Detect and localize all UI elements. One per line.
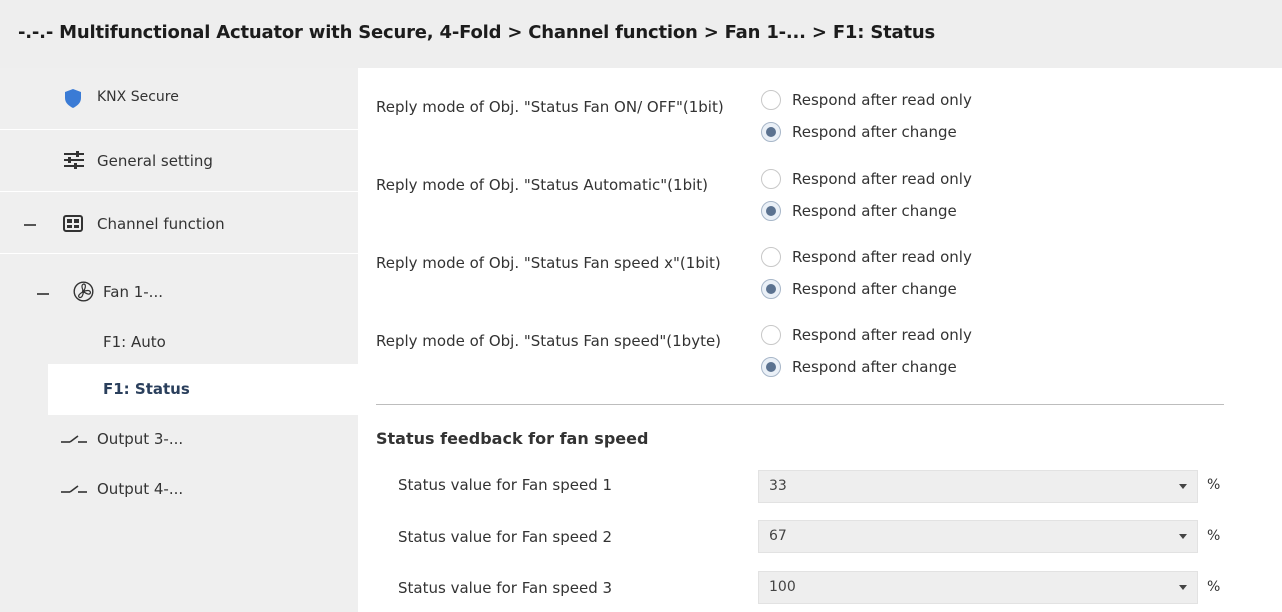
sidebar-item-output-3[interactable]: Output 3-... <box>0 415 358 465</box>
radio-label: Respond after change <box>792 358 957 376</box>
radio-button-checked[interactable] <box>761 201 781 221</box>
sidebar-item-channel-function[interactable]: Channel function <box>0 192 358 253</box>
sidebar-item-label: General setting <box>97 152 213 170</box>
sidebar-item-label: Output 4-... <box>97 480 184 498</box>
title-bar: -.-.- Multifunctional Actuator with Secu… <box>0 0 1282 68</box>
switch-icon <box>61 485 87 493</box>
dropdown-value: 100 <box>769 579 796 595</box>
sliders-icon <box>64 151 84 169</box>
sidebar-item-label: Fan 1-... <box>103 283 163 301</box>
sidebar-item-label: Output 3-... <box>97 430 184 448</box>
radio-respond-after-change[interactable]: Respond after change <box>761 355 957 379</box>
parameter-panel: Reply mode of Obj. "Status Fan ON/ OFF"(… <box>358 68 1282 612</box>
radio-button[interactable] <box>761 247 781 267</box>
sidebar-item-output-4[interactable]: Output 4-... <box>0 465 358 515</box>
sidebar-item-label: F1: Auto <box>103 333 166 351</box>
chevron-down-icon[interactable] <box>1179 534 1187 539</box>
speed-1-dropdown[interactable]: 33 <box>758 470 1198 503</box>
radio-label: Respond after change <box>792 202 957 220</box>
dropdown-value: 67 <box>769 528 787 544</box>
radio-button[interactable] <box>761 90 781 110</box>
sidebar-divider <box>0 253 358 254</box>
radio-dot <box>766 362 776 372</box>
speed-2-dropdown[interactable]: 67 <box>758 520 1198 553</box>
radio-respond-read-only[interactable]: Respond after read only <box>761 323 972 347</box>
param-label-status-fan-speed-x: Reply mode of Obj. "Status Fan speed x"(… <box>376 254 721 272</box>
section-divider <box>376 404 1224 405</box>
sidebar-item-label: Channel function <box>97 215 225 233</box>
param-label-status-fan-on-off: Reply mode of Obj. "Status Fan ON/ OFF"(… <box>376 98 724 116</box>
sidebar-item-f1-status[interactable]: F1: Status <box>48 364 358 415</box>
radio-dot <box>766 127 776 137</box>
radio-button[interactable] <box>761 325 781 345</box>
grid-panel-icon <box>63 215 83 232</box>
radio-label: Respond after read only <box>792 91 972 109</box>
radio-button[interactable] <box>761 169 781 189</box>
chevron-down-icon[interactable] <box>1179 585 1187 590</box>
speed-3-dropdown[interactable]: 100 <box>758 571 1198 604</box>
unit-label: % <box>1207 477 1221 493</box>
radio-respond-after-change[interactable]: Respond after change <box>761 120 957 144</box>
shield-icon <box>65 89 81 108</box>
switch-icon <box>61 435 87 443</box>
radio-label: Respond after read only <box>792 170 972 188</box>
sidebar-item-label: KNX Secure <box>97 89 179 105</box>
sidebar-item-knx-secure[interactable]: KNX Secure <box>0 68 358 129</box>
speed-1-label: Status value for Fan speed 1 <box>398 476 613 494</box>
fan-icon <box>73 281 94 302</box>
radio-button-checked[interactable] <box>761 279 781 299</box>
collapse-icon[interactable] <box>24 224 36 226</box>
breadcrumb: -.-.- Multifunctional Actuator with Secu… <box>18 22 935 43</box>
chevron-down-icon[interactable] <box>1179 484 1187 489</box>
unit-label: % <box>1207 579 1221 595</box>
radio-respond-after-change[interactable]: Respond after change <box>761 277 957 301</box>
radio-label: Respond after change <box>792 123 957 141</box>
radio-dot <box>766 284 776 294</box>
sidebar-item-f1-auto[interactable]: F1: Auto <box>0 318 358 368</box>
speed-2-label: Status value for Fan speed 2 <box>398 528 613 546</box>
radio-label: Respond after change <box>792 280 957 298</box>
sidebar: KNX Secure General setting Channel funct… <box>0 68 358 612</box>
radio-respond-read-only[interactable]: Respond after read only <box>761 245 972 269</box>
param-label-status-fan-speed: Reply mode of Obj. "Status Fan speed"(1b… <box>376 332 722 350</box>
radio-respond-after-change[interactable]: Respond after change <box>761 199 957 223</box>
radio-button-checked[interactable] <box>761 122 781 142</box>
param-label-status-automatic: Reply mode of Obj. "Status Automatic"(1b… <box>376 176 708 194</box>
section-title: Status feedback for fan speed <box>376 429 649 448</box>
radio-dot <box>766 206 776 216</box>
radio-label: Respond after read only <box>792 326 972 344</box>
radio-label: Respond after read only <box>792 248 972 266</box>
sidebar-item-label: F1: Status <box>103 380 190 398</box>
speed-3-label: Status value for Fan speed 3 <box>398 579 613 597</box>
sidebar-item-general-setting[interactable]: General setting <box>0 130 358 191</box>
radio-respond-read-only[interactable]: Respond after read only <box>761 167 972 191</box>
dropdown-value: 33 <box>769 478 787 494</box>
sidebar-item-fan-1[interactable]: Fan 1-... <box>0 258 358 319</box>
unit-label: % <box>1207 528 1221 544</box>
radio-button-checked[interactable] <box>761 357 781 377</box>
collapse-icon[interactable] <box>37 293 49 295</box>
radio-respond-read-only[interactable]: Respond after read only <box>761 88 972 112</box>
